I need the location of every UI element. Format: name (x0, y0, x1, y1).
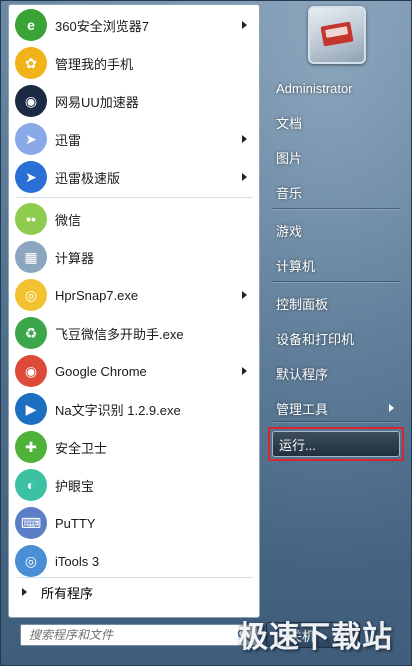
submenu-arrow-icon (242, 135, 247, 143)
eye-protect-icon: ◐ (15, 469, 47, 501)
program-label: HprSnap7.exe (55, 287, 139, 303)
program-label: 管理我的手机 (55, 56, 134, 72)
user-picture-icon (320, 21, 354, 47)
submenu-arrow-icon (242, 173, 247, 181)
right-menu-label: 文档 (276, 115, 303, 131)
program-item[interactable]: e 360安全浏览器7 (13, 7, 257, 43)
program-item[interactable]: ◎ HprSnap7.exe (13, 277, 257, 313)
ocr-icon: ▶ (15, 393, 47, 425)
itools-icon: ◎ (15, 545, 47, 577)
program-label: 微信 (55, 212, 82, 228)
thunder-speed-icon: ➤ (15, 161, 47, 193)
user-picture[interactable] (308, 6, 366, 64)
right-menu-label: 设备和打印机 (276, 331, 355, 347)
right-menu-label: Administrator (276, 80, 353, 96)
right-menu-item[interactable]: 音乐 (266, 178, 406, 206)
search-box[interactable] (20, 624, 258, 646)
program-item[interactable]: ▦ 计算器 (13, 239, 257, 275)
phone-manager-icon: ✿ (15, 47, 47, 79)
program-item[interactable]: ◉ Google Chrome (13, 353, 257, 389)
divider (272, 208, 400, 209)
program-label: 飞豆微信多开助手.exe (55, 326, 184, 342)
submenu-arrow-icon (389, 404, 394, 412)
program-label: 360安全浏览器7 (55, 18, 149, 34)
right-menu-item[interactable]: 设备和打印机 (266, 324, 406, 352)
right-menu-label: 计算机 (276, 258, 316, 274)
program-label: iTools 3 (55, 553, 100, 569)
program-item[interactable]: ⌨ PuTTY (13, 505, 257, 541)
right-menu-item[interactable]: 图片 (266, 143, 406, 171)
right-menu-item[interactable]: 游戏 (266, 216, 406, 244)
divider (272, 281, 400, 282)
program-item[interactable]: ✿ 管理我的手机 (13, 45, 257, 81)
right-menu-item[interactable]: 文档 (266, 108, 406, 136)
divider (17, 197, 253, 198)
divider (272, 421, 400, 422)
run-menu-item[interactable]: 运行... (272, 431, 400, 457)
right-menu-label: 控制面板 (276, 296, 329, 312)
360-browser-icon: e (15, 9, 47, 41)
search-input[interactable] (29, 628, 229, 642)
program-item[interactable]: ◉ 网易UU加速器 (13, 83, 257, 119)
run-label: 运行... (279, 437, 316, 453)
right-menu-item[interactable]: 控制面板 (266, 289, 406, 317)
program-label: 网易UU加速器 (55, 94, 139, 110)
right-menu-item[interactable]: Administrator (266, 74, 406, 102)
programs-panel: e 360安全浏览器7 ✿ 管理我的手机 ◉ 网易UU加速器 ➤ 迅雷 ➤ 迅雷极速版 •• 微信 ▦ 计… (8, 4, 260, 618)
hypersnap-icon: ◎ (15, 279, 47, 311)
right-menu-label: 图片 (276, 150, 303, 166)
program-label: 计算器 (55, 250, 95, 266)
security-guard-icon: ✚ (15, 431, 47, 463)
program-label: Google Chrome (55, 363, 147, 379)
right-menu-label: 音乐 (276, 185, 303, 201)
program-label: Na文字识别 1.2.9.exe (55, 402, 181, 418)
program-item[interactable]: ▶ Na文字识别 1.2.9.exe (13, 391, 257, 427)
program-label: 护眼宝 (55, 478, 95, 494)
all-programs-label: 所有程序 (41, 585, 94, 601)
run-highlight-frame: 运行... (268, 427, 404, 461)
calculator-icon: ▦ (15, 241, 47, 273)
right-menu-item[interactable]: 管理工具 (266, 394, 406, 422)
uu-accelerator-icon: ◉ (15, 85, 47, 117)
program-label: PuTTY (55, 515, 96, 531)
right-menu-item[interactable]: 默认程序 (266, 359, 406, 387)
recycle-icon: ♻ (15, 317, 47, 349)
program-label: 迅雷 (55, 132, 82, 148)
wechat-icon: •• (15, 203, 47, 235)
program-item[interactable]: ♻ 飞豆微信多开助手.exe (13, 315, 257, 351)
submenu-arrow-icon (242, 367, 247, 375)
right-menu-label: 默认程序 (276, 366, 329, 382)
right-menu-item[interactable]: 计算机 (266, 251, 406, 279)
program-item[interactable]: ➤ 迅雷 (13, 121, 257, 157)
program-item[interactable]: ◐ 护眼宝 (13, 467, 257, 503)
divider (17, 577, 253, 578)
program-item[interactable]: ✚ 安全卫士 (13, 429, 257, 465)
submenu-arrow-icon (242, 21, 247, 29)
putty-icon: ⌨ (15, 507, 47, 539)
all-programs-button[interactable]: 所有程序 (12, 580, 256, 604)
program-label: 迅雷极速版 (55, 170, 121, 186)
submenu-arrow-icon (242, 291, 247, 299)
program-item[interactable]: ◎ iTools 3 (13, 543, 257, 579)
site-watermark: 极速下载站 (238, 620, 393, 655)
program-item[interactable]: ➤ 迅雷极速版 (13, 159, 257, 195)
right-menu-label: 游戏 (276, 223, 303, 239)
program-item[interactable]: •• 微信 (13, 201, 257, 237)
arrow-right-icon (22, 588, 27, 596)
right-menu-label: 管理工具 (276, 401, 329, 417)
chrome-icon: ◉ (15, 355, 47, 387)
program-label: 安全卫士 (55, 440, 108, 456)
thunder-icon: ➤ (15, 123, 47, 155)
